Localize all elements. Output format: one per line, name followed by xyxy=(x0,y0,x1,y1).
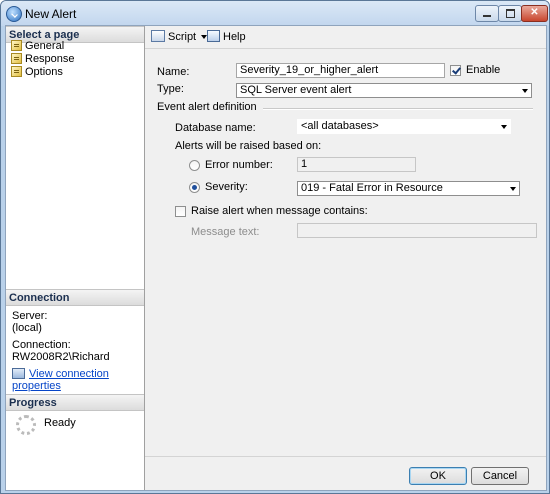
enable-label: Enable xyxy=(466,64,501,76)
dialog-button-bar: OK Cancel xyxy=(145,456,546,491)
app-icon xyxy=(6,6,22,22)
page-item-label: Response xyxy=(25,53,75,65)
help-label: Help xyxy=(223,31,246,43)
raise-alert-message-checkbox[interactable] xyxy=(175,206,186,217)
severity-select[interactable]: 019 - Fatal Error in Resource xyxy=(297,181,520,196)
minimize-button[interactable] xyxy=(475,5,499,22)
type-label: Type: xyxy=(157,83,184,95)
message-text-field[interactable] xyxy=(297,223,537,238)
page-item-general[interactable]: General xyxy=(11,40,64,53)
script-label: Script xyxy=(168,31,197,43)
page-item-options[interactable]: Options xyxy=(11,66,63,79)
raise-alert-message-label: Raise alert when message contains: xyxy=(191,205,368,217)
severity-value: 019 - Fatal Error in Resource xyxy=(301,182,443,194)
chevron-down-icon xyxy=(510,187,516,191)
minimize-icon xyxy=(483,15,491,17)
name-field[interactable]: Severity_19_or_higher_alert xyxy=(236,63,445,78)
progress-header: Progress xyxy=(6,394,144,411)
server-value: (local) xyxy=(12,322,42,334)
enable-checkbox[interactable] xyxy=(450,65,461,76)
section-divider xyxy=(263,108,533,110)
name-label: Name: xyxy=(157,66,190,78)
database-select[interactable]: <all databases> xyxy=(297,119,511,134)
maximize-icon xyxy=(506,9,515,18)
right-pane: Script Help Name: Severity_19_or_higher_… xyxy=(145,26,546,456)
severity-radio[interactable] xyxy=(189,182,200,193)
left-pane: Select a page General Response Options C… xyxy=(6,26,145,490)
page-item-label: Options xyxy=(25,66,63,78)
script-button[interactable]: Script xyxy=(151,29,208,45)
connection-header: Connection xyxy=(6,289,144,306)
message-text-label: Message text: xyxy=(191,226,260,238)
chevron-down-icon xyxy=(501,125,507,129)
type-select[interactable]: SQL Server event alert xyxy=(236,83,532,98)
page-icon xyxy=(11,53,22,64)
database-name-label: Database name: xyxy=(175,122,256,134)
server-label: Server: xyxy=(12,310,48,322)
chevron-down-icon xyxy=(522,89,528,93)
error-number-radio[interactable] xyxy=(189,160,200,171)
progress-status: Ready xyxy=(44,417,76,429)
help-icon xyxy=(207,30,220,42)
type-value: SQL Server event alert xyxy=(240,84,352,96)
view-connection-link[interactable]: View connection properties xyxy=(12,368,109,392)
view-connection-properties[interactable]: View connection properties xyxy=(12,368,144,392)
error-number-field[interactable]: 1 xyxy=(297,157,416,172)
dialog-client-area: Select a page General Response Options C… xyxy=(5,25,547,491)
toolbar: Script Help xyxy=(145,26,546,49)
error-number-label: Error number: xyxy=(205,159,273,171)
script-icon xyxy=(151,30,165,42)
close-button[interactable]: ✕ xyxy=(521,5,548,22)
page-icon xyxy=(11,66,22,77)
page-item-label: General xyxy=(25,40,65,52)
window-title: New Alert xyxy=(25,7,77,21)
cancel-button[interactable]: Cancel xyxy=(471,467,529,485)
database-value: <all databases> xyxy=(301,120,379,132)
alerts-raised-label: Alerts will be raised based on: xyxy=(175,140,322,152)
help-button[interactable]: Help xyxy=(207,29,246,45)
connection-value: RW2008R2\Richard xyxy=(12,351,110,363)
title-bar[interactable]: New Alert ✕ xyxy=(1,1,549,26)
new-alert-window: New Alert ✕ Select a page General Respon… xyxy=(0,0,550,494)
page-item-response[interactable]: Response xyxy=(11,53,75,66)
maximize-button[interactable] xyxy=(498,5,522,22)
connection-properties-icon xyxy=(12,368,25,379)
page-icon xyxy=(11,40,22,51)
severity-label: Severity: xyxy=(205,181,248,193)
ok-button[interactable]: OK xyxy=(409,467,467,485)
event-alert-definition-label: Event alert definition xyxy=(157,101,257,113)
connection-label: Connection: xyxy=(12,339,71,351)
close-icon: ✕ xyxy=(530,7,539,18)
progress-spinner-icon xyxy=(16,415,36,435)
